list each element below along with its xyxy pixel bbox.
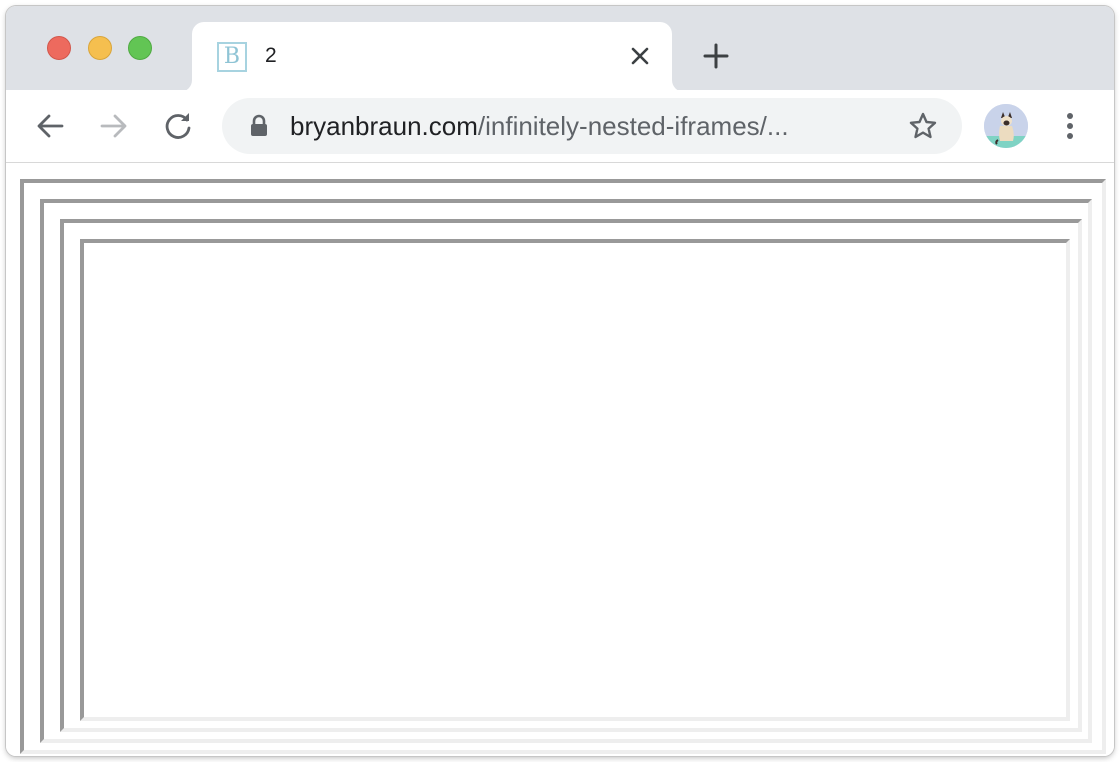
minimize-window-button[interactable] bbox=[88, 36, 112, 60]
reload-icon[interactable] bbox=[160, 108, 196, 144]
toolbar: bryanbraun.com/infinitely-nested-iframes… bbox=[6, 90, 1114, 163]
page-content bbox=[6, 163, 1114, 756]
tab-strip: B 2 bbox=[6, 6, 1114, 92]
tab-title: 2 bbox=[265, 44, 277, 67]
avatar[interactable] bbox=[984, 104, 1028, 148]
siamese-cat-avatar-icon bbox=[984, 104, 1028, 148]
close-window-button[interactable] bbox=[47, 36, 71, 60]
kebab-menu-icon[interactable] bbox=[1058, 108, 1082, 144]
favicon-icon: B bbox=[217, 42, 247, 72]
url-host: bryanbraun.com bbox=[290, 111, 478, 141]
forward-arrow-icon[interactable] bbox=[96, 108, 132, 144]
close-icon[interactable] bbox=[626, 42, 654, 70]
star-icon[interactable] bbox=[908, 111, 938, 141]
back-arrow-icon[interactable] bbox=[32, 108, 68, 144]
url-text[interactable]: bryanbraun.com/infinitely-nested-iframes… bbox=[290, 111, 880, 141]
plus-icon[interactable] bbox=[700, 40, 732, 72]
nested-iframe-4 bbox=[80, 239, 1070, 721]
active-tab[interactable]: B 2 bbox=[192, 22, 672, 92]
address-bar[interactable]: bryanbraun.com/infinitely-nested-iframes… bbox=[222, 98, 962, 154]
url-path: /infinitely-nested-iframes/... bbox=[477, 111, 789, 141]
browser-window: B 2 bryanbraun.com/infinitely-nested-ifr… bbox=[6, 6, 1114, 756]
maximize-window-button[interactable] bbox=[128, 36, 152, 60]
lock-icon[interactable] bbox=[248, 114, 270, 138]
